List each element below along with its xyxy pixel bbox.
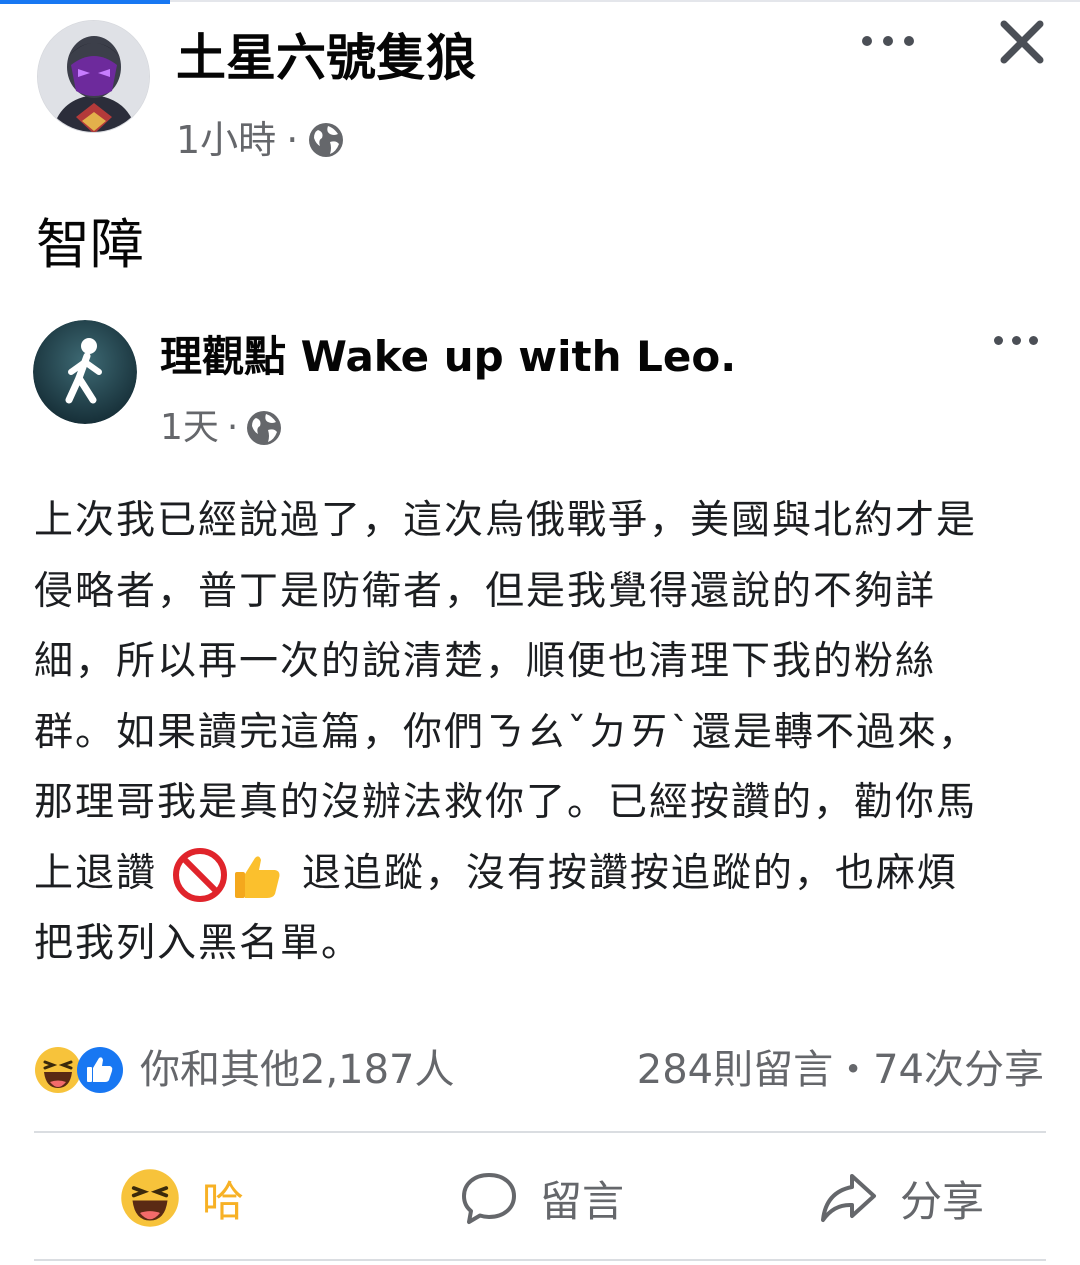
close-icon: [1000, 20, 1044, 64]
share-button[interactable]: 分享: [818, 1160, 984, 1236]
post-time[interactable]: 1小時: [176, 116, 276, 164]
post-text: 智障: [36, 213, 144, 276]
meta-separator: ·: [226, 407, 239, 448]
close-button[interactable]: [996, 16, 1048, 68]
walking-person-logo-icon: [33, 320, 137, 424]
shared-post-body: 上次我已經說過了，這次烏俄戰爭，美國與北約才是 侵略者，普丁是防衛者，但是我覺得…: [34, 486, 1058, 980]
comment-label: 留言: [540, 1176, 625, 1226]
share-icon: [821, 1174, 876, 1222]
masked-character-avatar-icon: [38, 21, 149, 132]
shared-author-avatar[interactable]: [33, 320, 137, 424]
author-name[interactable]: 土星六號隻狼: [176, 26, 476, 90]
body-text: 上退讚: [34, 850, 158, 896]
thumbs-up-icon: [235, 856, 280, 898]
post-meta: 1小時 ·: [176, 116, 344, 164]
divider: [34, 1131, 1046, 1133]
meta-separator: ·: [286, 118, 299, 162]
dot-icon: [883, 36, 893, 46]
dot-icon: [994, 335, 1003, 345]
globe-icon: [247, 411, 282, 445]
dot-icon: [862, 36, 872, 46]
body-line: 把我列入黑名單。: [34, 921, 363, 966]
body-text: 退追蹤，沒有按讚按追蹤的，也麻煩: [301, 850, 958, 896]
body-line: 上次我已經說過了，這次烏俄戰爭，美國與北約才是: [34, 498, 978, 543]
reaction-icons[interactable]: [34, 1040, 124, 1100]
reaction-count[interactable]: 你和其他2,187人: [140, 1040, 455, 1100]
haha-reaction-button[interactable]: 哈: [120, 1160, 244, 1236]
comment-button[interactable]: 留言: [460, 1160, 624, 1236]
haha-label: 哈: [202, 1176, 245, 1226]
body-line: 那理哥我是真的沒辦法救你了。已經按讚的，勸你馬: [34, 780, 978, 825]
haha-icon: [121, 1169, 179, 1227]
body-line: 上退讚 退追蹤，沒有按讚按追蹤的，也麻煩: [34, 839, 1058, 910]
like-icon: [77, 1047, 123, 1093]
share-label: 分享: [900, 1176, 985, 1226]
comment-icon: [462, 1173, 516, 1224]
top-divider: [170, 0, 1080, 2]
shared-more-options-button[interactable]: [994, 330, 1038, 350]
dot-icon: [904, 36, 914, 46]
author-avatar[interactable]: [37, 20, 150, 133]
tab-indicator: [0, 0, 170, 4]
body-line: 細，所以再一次的說清楚，順便也清理下我的粉絲: [34, 639, 937, 684]
haha-icon: [35, 1047, 81, 1093]
dot-icon: [1029, 335, 1038, 345]
shared-post-time[interactable]: 1天: [160, 404, 219, 452]
shared-author-name[interactable]: 理觀點 Wake up with Leo.: [160, 328, 736, 386]
more-options-button[interactable]: [862, 26, 914, 56]
no-entry-icon: [173, 848, 228, 902]
globe-icon: [309, 123, 344, 157]
shared-post-meta: 1天 ·: [160, 404, 282, 452]
comments-shares-count[interactable]: 284則留言・74次分享: [637, 1040, 1044, 1100]
body-line: 群。如果讀完這篇，你們ㄋㄠˇㄉㄞˋ還是轉不過來，: [34, 709, 980, 755]
divider: [34, 1259, 1046, 1261]
dot-icon: [1011, 335, 1021, 345]
body-line: 侵略者，普丁是防衛者，但是我覺得還說的不夠詳: [34, 568, 937, 614]
